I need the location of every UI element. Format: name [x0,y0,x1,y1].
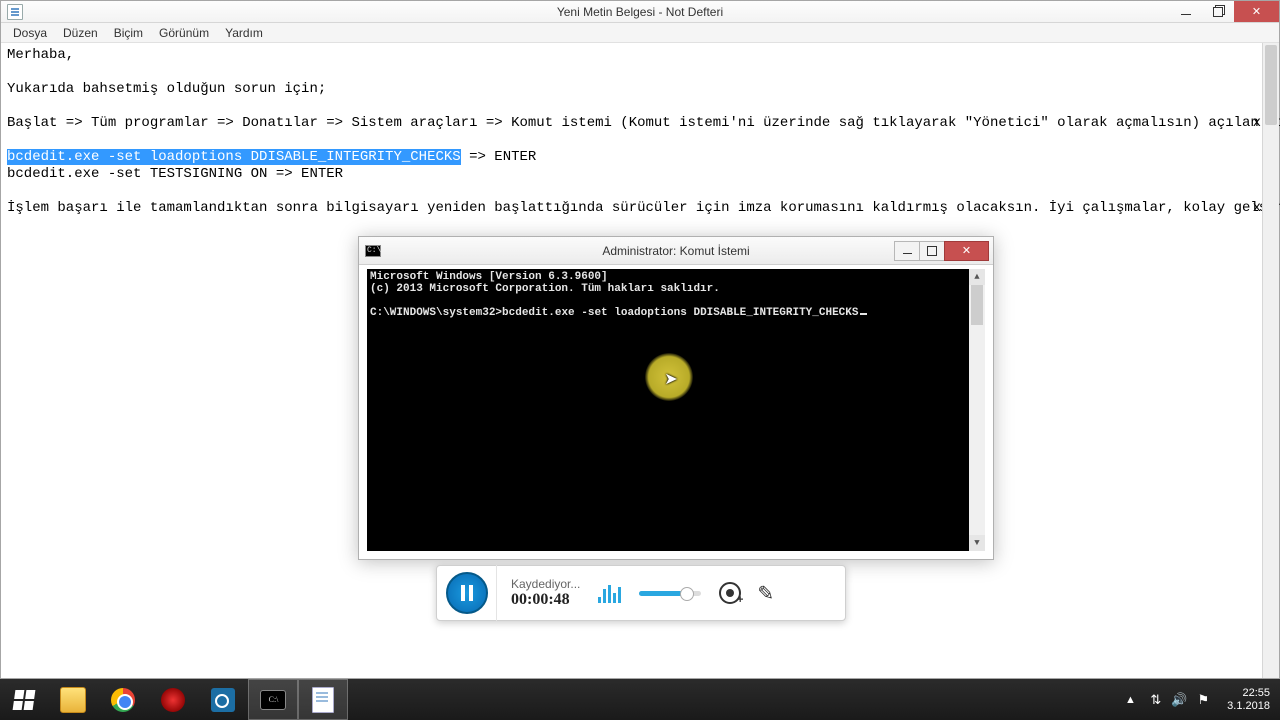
system-tray: ▲ ⇅ 🔊 ⚑ 22:55 3.1.2018 [1118,679,1280,720]
tray-volume-icon[interactable]: 🔊 [1171,692,1187,708]
scroll-down-icon[interactable]: ▼ [969,535,985,551]
cmd-line-copyright: (c) 2013 Microsoft Corporation. Tüm hakl… [370,283,982,295]
notepad-menubar: Dosya Düzen Biçim Görünüm Yardım [1,23,1279,43]
notepad-app-icon [7,4,23,20]
tray-clock[interactable]: 22:55 3.1.2018 [1217,687,1280,713]
cmd-app-icon [365,245,381,257]
cmd-close-button[interactable] [944,241,989,261]
notepad-selection: bcdedit.exe -set loadoptions DDISABLE_IN… [7,149,461,165]
menu-edit[interactable]: Düzen [55,24,106,42]
cmd-maximize-button[interactable] [919,241,945,261]
notepad-titlebar[interactable]: Yeni Metin Belgesi - Not Defteri [1,1,1279,23]
recorder-webcam-button[interactable]: + [719,582,741,604]
taskbar-camtasia[interactable] [198,679,248,720]
taskbar-app-red[interactable] [148,679,198,720]
taskbar-chrome[interactable] [98,679,148,720]
notepad-text-area[interactable]: Merhaba, Yukarıda bahsetmiş olduğun soru… [1,43,1279,221]
minimize-button[interactable] [1170,1,1202,22]
chrome-icon [111,688,135,712]
recorder-time: 00:00:48 [511,591,580,609]
scroll-up-icon[interactable]: ▲ [969,269,985,285]
tray-time: 22:55 [1227,687,1270,700]
red-circle-icon [161,688,185,712]
truncated-x-2: x [1253,200,1261,216]
truncated-x-1: x [1253,115,1261,131]
taskbar-cmd[interactable] [248,679,298,720]
recorder-widget: Kaydediyor... 00:00:48 + ✎ [436,565,846,621]
menu-view[interactable]: Görünüm [151,24,217,42]
taskbar-file-explorer[interactable] [48,679,98,720]
tray-date: 3.1.2018 [1227,700,1270,713]
tray-flag-icon[interactable]: ⚑ [1198,692,1210,708]
tray-network-icon[interactable]: ⇅ [1150,692,1161,708]
cmd-icon [260,690,286,710]
notepad-title: Yeni Metin Belgesi - Not Defteri [557,5,723,19]
menu-file[interactable]: Dosya [5,24,55,42]
camtasia-icon [211,688,235,712]
close-button[interactable] [1234,1,1279,22]
audio-level-icon [598,583,621,603]
recorder-pause-button[interactable] [446,572,488,614]
maximize-button[interactable] [1202,1,1234,22]
recorder-annotate-button[interactable]: ✎ [757,581,774,606]
scrollbar-thumb[interactable] [971,285,983,325]
cmd-prompt: C:\WINDOWS\system32> [370,307,502,319]
recorder-status-label: Kaydediyor... [511,577,580,591]
notepad-scrollbar-vertical[interactable] [1262,43,1279,678]
notepad-icon [312,687,334,713]
cmd-minimize-button[interactable] [894,241,920,261]
cmd-caret [860,313,867,315]
tray-chevron-up-icon[interactable]: ▲ [1118,694,1142,706]
cursor-arrow-icon: ➤ [664,369,677,389]
taskbar: ▲ ⇅ 🔊 ⚑ 22:55 3.1.2018 [0,679,1280,720]
menu-format[interactable]: Biçim [106,24,151,42]
file-explorer-icon [60,687,86,713]
taskbar-notepad[interactable] [298,679,348,720]
cmd-titlebar[interactable]: Administrator: Komut İstemi [359,237,993,265]
cmd-typed: bcdedit.exe -set loadoptions DDISABLE_IN… [502,307,858,319]
cmd-scrollbar-vertical[interactable]: ▲ ▼ [969,269,985,551]
cmd-terminal[interactable]: Microsoft Windows [Version 6.3.9600](c) … [367,269,985,551]
scrollbar-thumb[interactable] [1265,45,1277,125]
start-button[interactable] [0,679,48,720]
cmd-line-version: Microsoft Windows [Version 6.3.9600] [370,271,982,283]
recorder-volume-slider[interactable] [639,591,701,596]
cursor-highlight: ➤ [645,353,693,401]
cmd-title: Administrator: Komut İstemi [602,244,749,258]
menu-help[interactable]: Yardım [217,24,271,42]
windows-logo-icon [13,690,36,710]
